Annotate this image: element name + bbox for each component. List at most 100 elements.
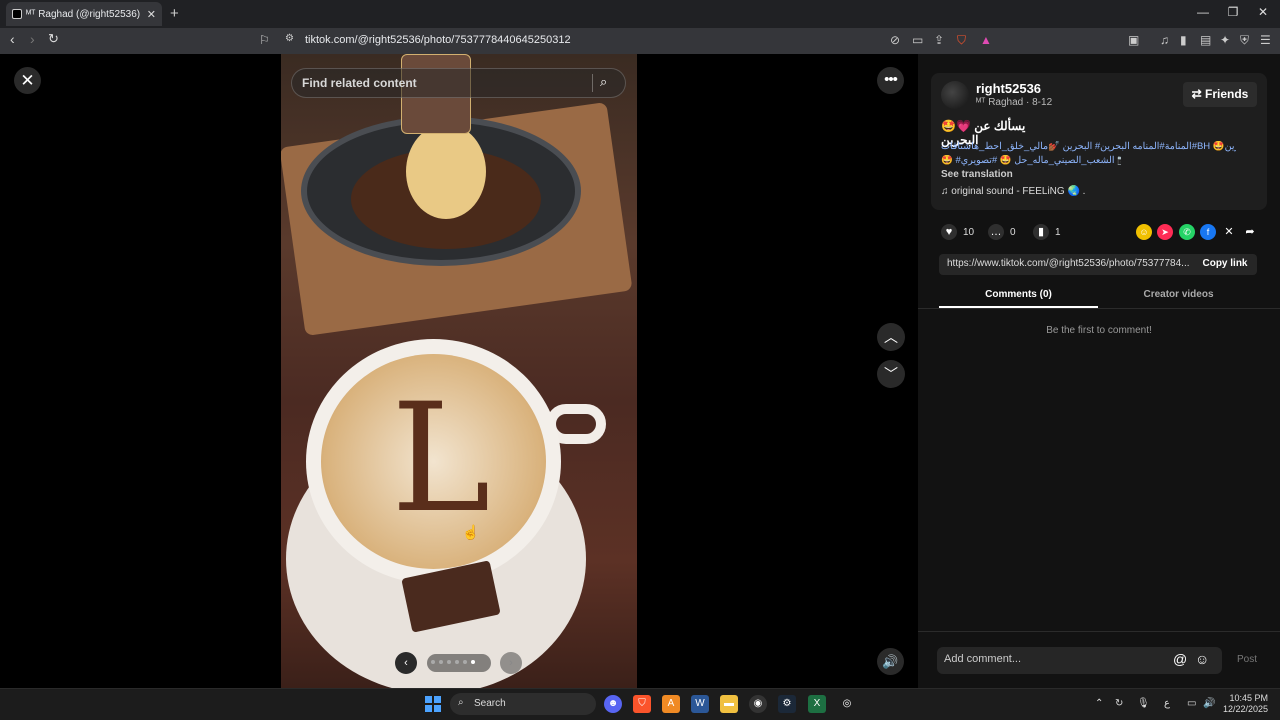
browser-tab-bar xyxy=(0,0,1280,28)
wallet-icon[interactable]: ▤ xyxy=(1200,33,1211,47)
close-viewer-button[interactable]: ✕ xyxy=(14,67,41,94)
sync-icon[interactable]: ↻ xyxy=(1115,698,1123,709)
comment-count: 0 xyxy=(1010,226,1016,238)
see-translation-link[interactable]: See translation xyxy=(941,169,1013,180)
new-tab-icon[interactable]: + xyxy=(170,5,179,22)
back-icon[interactable]: ‹ xyxy=(10,31,15,47)
related-search-input[interactable]: Find related content xyxy=(302,76,417,90)
username[interactable]: right52536 xyxy=(976,81,1041,96)
reader-mode-icon[interactable]: ▣ xyxy=(1128,33,1139,47)
photo-dot[interactable] xyxy=(431,660,435,664)
brave-shield-icon[interactable]: ⛉ xyxy=(957,33,966,48)
friends-button[interactable]: ⇄ Friends xyxy=(1183,82,1257,107)
mouse-cursor-icon: ☝ xyxy=(462,524,480,540)
next-photo-button[interactable]: › xyxy=(500,652,522,674)
media-icon[interactable]: ♫ xyxy=(1160,33,1169,47)
tab-title: ᴹᵀ Raghad (@right52536) | TikTok xyxy=(26,8,143,20)
site-info-icon[interactable]: ⚙ xyxy=(285,33,294,44)
comment-input[interactable]: Add comment... xyxy=(944,653,1021,665)
tab-creator-videos[interactable]: Creator videos xyxy=(1099,289,1258,300)
discord-icon[interactable]: ☻ xyxy=(604,695,622,713)
bookmark-icon[interactable]: ⚐ xyxy=(259,33,270,47)
photo-dot[interactable] xyxy=(463,660,467,664)
photo-dot-active[interactable] xyxy=(471,660,475,664)
music-note-icon: ♫ xyxy=(941,186,952,197)
more-options-button[interactable]: ••• xyxy=(877,67,904,94)
file-explorer-icon[interactable]: ▬ xyxy=(720,695,738,713)
post-comment-button[interactable]: Post xyxy=(1237,654,1257,665)
swap-icon: ⇄ xyxy=(1191,87,1206,101)
hashtags-line-1[interactable]: المنامة#المنامه البحرين# البحرين 💅🏾مالي_… xyxy=(941,141,1236,152)
comment-divider xyxy=(918,631,1280,632)
previous-post-button[interactable]: ︿ xyxy=(877,323,905,351)
excel-icon[interactable]: X xyxy=(808,695,826,713)
volume-icon[interactable]: 🔊 xyxy=(877,648,904,675)
browser-tab[interactable]: ᴹᵀ Raghad (@right52536) | TikTok ✕ xyxy=(6,2,162,26)
photo-dot[interactable] xyxy=(439,660,443,664)
brave-icon[interactable]: ⛉ xyxy=(633,695,651,713)
empty-comments-message: Be the first to comment! xyxy=(1046,325,1152,336)
leo-ai-icon[interactable]: ✦ xyxy=(1220,33,1230,47)
avatar[interactable] xyxy=(941,81,969,109)
url-text[interactable]: tiktok.com/@right52536/photo/75377784406… xyxy=(305,34,571,46)
speaker-icon[interactable]: 🔊 xyxy=(1203,698,1215,709)
copy-link-button[interactable]: Copy link xyxy=(1195,258,1255,269)
menu-icon[interactable]: ☰ xyxy=(1260,33,1271,47)
cocoa-letter: L xyxy=(391,372,491,546)
send-icon[interactable]: ➤ xyxy=(1157,224,1173,240)
taskbar-search-label[interactable]: Search xyxy=(474,698,506,709)
music-title: original sound - FEELiNG 🌏 . xyxy=(951,186,1086,197)
next-post-button[interactable]: ﹀ xyxy=(877,360,905,388)
sidebar-icon[interactable]: ▮ xyxy=(1180,33,1187,47)
app-a-icon[interactable]: A xyxy=(662,695,680,713)
photo-dot[interactable] xyxy=(455,660,459,664)
network-icon[interactable]: ▭ xyxy=(1187,698,1196,709)
facebook-icon[interactable]: f xyxy=(1200,224,1216,240)
photo-dot[interactable] xyxy=(447,660,451,664)
tab-close-icon[interactable]: ✕ xyxy=(147,8,156,21)
reload-icon[interactable]: ↻ xyxy=(48,31,59,47)
vpn-icon[interactable]: ⛨ xyxy=(1240,33,1249,48)
forward-icon[interactable]: › xyxy=(30,31,35,47)
prev-photo-button[interactable]: ‹ xyxy=(395,652,417,674)
window-close-icon[interactable]: ✕ xyxy=(1248,5,1278,19)
microphone-icon[interactable]: 🎙 xyxy=(1137,698,1150,709)
keyboard-language-icon[interactable]: ع xyxy=(1164,698,1170,709)
x-icon[interactable]: ✕ xyxy=(1221,224,1237,240)
hashtags-line-2[interactable]: 🤩 #الشعب_الصيني_ماله_حل 🤩 #تصويري 📷 xyxy=(941,155,1121,166)
clock[interactable]: 10:45 PM 12/22/2025 xyxy=(1222,693,1268,715)
post-photo: L xyxy=(281,54,637,688)
app-globe-icon[interactable]: ◎ xyxy=(838,695,856,713)
friends-share-icon[interactable]: ☺ xyxy=(1136,224,1152,240)
clock-time: 10:45 PM xyxy=(1229,693,1268,703)
app-q-icon[interactable]: ◉ xyxy=(749,695,767,713)
cast-icon[interactable]: ▭ xyxy=(912,33,923,47)
emoji-icon[interactable]: ☺ xyxy=(1195,651,1209,667)
share-page-icon[interactable]: ⇪ xyxy=(934,33,944,47)
taskbar-search-box[interactable] xyxy=(450,693,596,715)
windows-start-icon[interactable] xyxy=(425,696,441,712)
search-icon[interactable]: ⌕ xyxy=(600,74,607,90)
brave-rewards-icon[interactable]: ▲ xyxy=(980,33,992,47)
save-button[interactable]: ▮ 1 xyxy=(1033,224,1061,240)
like-count: 10 xyxy=(963,226,975,238)
no-tracking-icon[interactable]: ⊘ xyxy=(890,33,900,47)
nickname-date: ᴹᵀ Raghad · 8-12 xyxy=(976,97,1053,108)
search-divider xyxy=(592,74,593,92)
whatsapp-icon[interactable]: ✆ xyxy=(1179,224,1195,240)
minimize-icon[interactable]: — xyxy=(1188,5,1218,19)
steam-icon[interactable]: ⚙ xyxy=(778,695,796,713)
save-count: 1 xyxy=(1055,226,1061,238)
tray-overflow-icon[interactable]: ⌃ xyxy=(1095,698,1103,709)
share-arrow-icon[interactable]: ➦ xyxy=(1242,224,1258,240)
restore-icon[interactable]: ❐ xyxy=(1218,5,1248,19)
comment-icon: … xyxy=(988,224,1004,240)
like-button[interactable]: ♥ 10 xyxy=(941,224,974,240)
tab-comments[interactable]: Comments (0) xyxy=(939,289,1098,300)
mention-icon[interactable]: @ xyxy=(1173,651,1187,667)
photo-dots xyxy=(431,660,491,666)
word-icon[interactable]: W xyxy=(691,695,709,713)
share-link-text[interactable]: https://www.tiktok.com/@right52536/photo… xyxy=(947,258,1191,269)
comment-button[interactable]: … 0 xyxy=(988,224,1016,240)
music-link[interactable]: ♫ original sound - FEELiNG 🌏 . xyxy=(941,186,1085,197)
